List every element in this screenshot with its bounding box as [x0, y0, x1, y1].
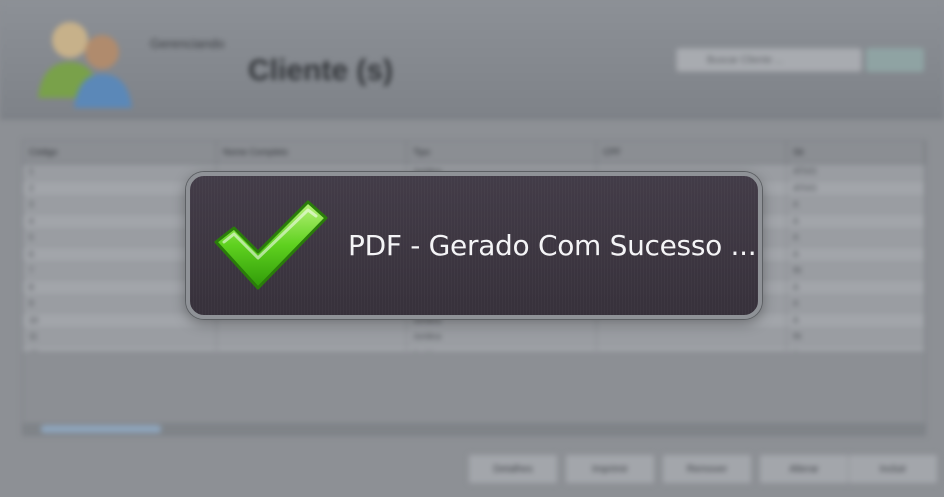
- edit-button[interactable]: Alterar: [759, 454, 849, 484]
- table-cell: Jurídica: [407, 329, 597, 345]
- details-button[interactable]: Detalhes: [468, 454, 558, 484]
- search-input[interactable]: Buscar Cliente ...: [676, 48, 862, 72]
- column-header[interactable]: Código: [23, 141, 217, 163]
- notification-message: PDF - Gerado Com Sucesso ...: [348, 229, 757, 262]
- table-cell: A: [787, 312, 925, 328]
- table-row[interactable]: 11 Jurídica IN: [23, 329, 925, 346]
- page-title: Cliente (s): [248, 54, 394, 87]
- scrollbar-thumb[interactable]: [41, 425, 161, 433]
- table-cell: ATIVO: [787, 180, 925, 196]
- screen: Gerenciando Cliente (s) Buscar Cliente .…: [0, 0, 944, 497]
- search-button[interactable]: [866, 48, 924, 72]
- table-cell: ATIVO: [787, 164, 925, 180]
- table-cell: A: [787, 213, 925, 229]
- column-header[interactable]: CPF: [597, 141, 787, 163]
- checkmark-icon: [214, 200, 328, 290]
- table-cell: A: [787, 230, 925, 246]
- table-cell: IN: [787, 329, 925, 345]
- print-button[interactable]: Imprimir: [565, 454, 655, 484]
- table-cell: [597, 329, 787, 345]
- column-header[interactable]: Nome Completo: [217, 141, 407, 163]
- column-header[interactable]: Tipo: [407, 141, 597, 163]
- header-subtitle: Gerenciando: [150, 36, 225, 51]
- table-cell: A: [787, 296, 925, 312]
- table-cell: [217, 329, 407, 345]
- table-cell: 1: [23, 164, 217, 180]
- add-button[interactable]: Incluir: [848, 454, 938, 484]
- table-cell: IN: [787, 263, 925, 279]
- column-header[interactable]: Sit: [787, 141, 925, 163]
- table-cell: A: [787, 246, 925, 262]
- users-icon: [38, 22, 132, 108]
- table-empty-area: [23, 351, 925, 423]
- page-header: Gerenciando Cliente (s) Buscar Cliente .…: [0, 0, 944, 119]
- remove-button[interactable]: Remover: [662, 454, 752, 484]
- table-cell: A: [787, 279, 925, 295]
- table-cell: 11: [23, 329, 217, 345]
- success-notification: PDF - Gerado Com Sucesso ...: [186, 172, 762, 319]
- table-cell: A: [787, 197, 925, 213]
- table-header: Código Nome Completo Tipo CPF Sit: [23, 141, 925, 164]
- table-cell: 10: [23, 312, 217, 328]
- horizontal-scrollbar[interactable]: [23, 423, 925, 435]
